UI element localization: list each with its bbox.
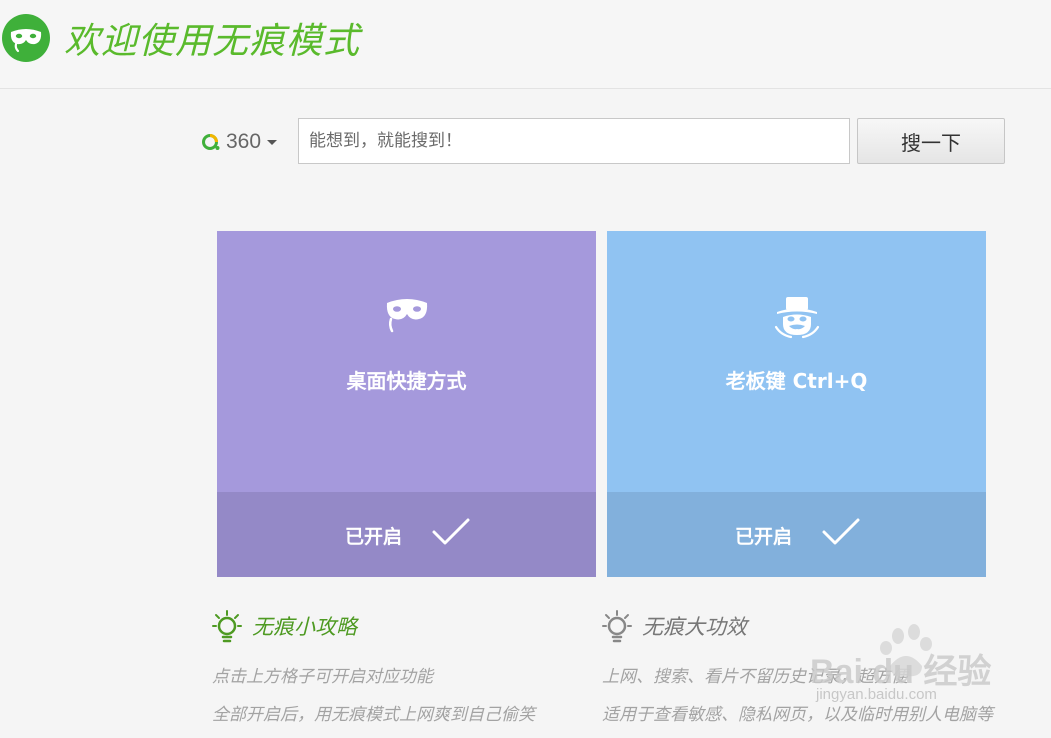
card-label: 老板键 Ctrl+Q <box>725 369 868 393</box>
tip-line: 全部开启后，用无痕模式上网爽到自己偷笑 <box>212 705 535 725</box>
search-engine-selector[interactable]: 360 <box>200 126 278 158</box>
tips-benefits-section: 无痕大功效 上网、搜索、看片不留历史记录，超方便 适用于查看敏感、隐私网页，以及… <box>602 606 1042 734</box>
mask-icon <box>386 299 427 333</box>
tip-line: 适用于查看敏感、隐私网页，以及临时用别人电脑等 <box>602 705 993 725</box>
page-title: 欢迎使用无痕模式 <box>64 21 361 62</box>
header-bar: 欢迎使用无痕模式 <box>0 0 1051 89</box>
lightbulb-icon <box>602 610 632 643</box>
search-button[interactable]: 搜一下 <box>857 118 1005 164</box>
status-label: 已开启 <box>345 526 403 548</box>
status-label: 已开启 <box>735 526 793 548</box>
check-icon <box>822 518 860 545</box>
search-input[interactable] <box>298 118 850 164</box>
tip-line: 点击上方格子可开启对应功能 <box>212 667 433 687</box>
tips-guide-section: 无痕小攻略 点击上方格子可开启对应功能 全部开启后，用无痕模式上网爽到自己偷笑 <box>212 606 652 734</box>
chevron-down-icon <box>267 139 278 145</box>
tip-title: 无痕小攻略 <box>252 615 357 639</box>
search-engine-name: 360 <box>226 130 262 153</box>
card-status-bar: 已开启 <box>607 492 986 577</box>
check-icon <box>432 518 470 545</box>
card-status-bar: 已开启 <box>217 492 596 577</box>
lightbulb-icon <box>212 610 242 643</box>
360-logo-icon <box>202 134 220 150</box>
tip-line: 上网、搜索、看片不留历史记录，超方便 <box>602 667 908 687</box>
desktop-shortcut-card[interactable]: 桌面快捷方式 已开启 <box>217 231 596 577</box>
tip-title: 无痕大功效 <box>642 615 747 639</box>
boss-key-card[interactable]: 老板键 Ctrl+Q 已开启 <box>607 231 986 577</box>
card-label: 桌面快捷方式 <box>346 369 467 393</box>
boss-icon <box>774 297 819 339</box>
mask-icon <box>2 14 50 62</box>
